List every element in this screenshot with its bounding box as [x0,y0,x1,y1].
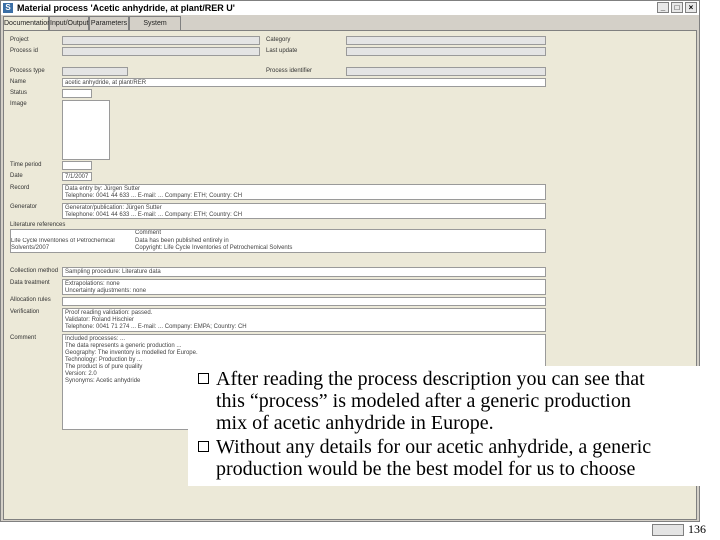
bullet-box-icon [198,373,209,384]
tab-input-output[interactable]: Input/Output [49,16,89,30]
label-generator: Generator [10,204,38,210]
verification-field[interactable]: Proof reading validation: passed. Valida… [62,308,546,332]
label-allocation-rules: Allocation rules [10,297,51,303]
label-process-id: Process id [10,48,39,54]
category-field[interactable] [346,36,546,45]
label-name: Name [10,79,27,85]
time-period-select[interactable] [62,161,92,170]
label-date: Date [10,173,23,179]
tab-parameters[interactable]: Parameters [89,16,129,30]
window-titlebar: S Material process 'Acetic anhydride, at… [1,1,699,15]
taskbar-tray [652,524,684,536]
tab-documentation[interactable]: Documentation [3,16,51,31]
process-id-field[interactable] [62,47,260,56]
maximize-icon[interactable]: □ [671,2,683,13]
last-update-field[interactable] [346,47,546,56]
bullet-box-icon [198,441,209,452]
process-identifier-field[interactable] [346,67,546,76]
label-data-treatment: Data treatment [10,280,50,286]
window-title: Material process 'Acetic anhydride, at p… [17,3,235,13]
allocation-rules-field[interactable] [62,297,546,306]
label-process-identifier: Process identifier [266,68,313,74]
literature-header: Comment [135,230,162,236]
bullet-2-line-1: Without any details for our acetic anhyd… [216,436,652,458]
tab-system-description[interactable]: System description [129,16,181,40]
page-number: 136 [688,522,706,536]
label-time-period: Time period [10,162,42,168]
project-field[interactable] [62,36,260,45]
generator-field[interactable]: Generator/publication: Jürgen Sutter Tel… [62,203,546,219]
label-record: Record [10,185,30,191]
bullet-1-line-3: mix of acetic anhydride in Europe. [216,412,494,434]
app-icon: S [3,3,13,13]
literature-cell-left[interactable]: Life Cycle Inventories of Petrochemical … [11,238,133,252]
label-category: Category [266,37,291,43]
label-project: Project [10,37,29,43]
close-icon[interactable]: × [685,2,697,13]
label-process-type: Process type [10,68,45,74]
status-select[interactable] [62,89,92,98]
label-collection-method: Collection method [10,268,59,274]
process-type-select[interactable] [62,67,128,76]
label-verification: Verification [10,309,40,315]
label-last-update: Last update [266,48,298,54]
label-literature-references: Literature references [10,222,66,228]
bullet-2-line-2: production would be the best model for u… [216,458,636,480]
literature-cell-right[interactable]: Data has been published entirely in Copy… [135,238,292,252]
bullet-1-line-1: After reading the process description yo… [216,368,645,390]
collection-method-field[interactable]: Sampling procedure: Literature data [62,267,546,277]
label-image: Image [10,101,27,107]
literature-table[interactable]: Comment Life Cycle Inventories of Petroc… [10,229,546,253]
record-field[interactable]: Data entry by: Jürgen Sutter Telephone: … [62,184,546,200]
name-field[interactable]: acetic anhydride, at plant/RER [62,78,546,87]
date-field[interactable]: 7/1/2007 [62,172,92,181]
image-box[interactable] [62,100,110,160]
bullet-1-line-2: this “process” is modeled after a generi… [216,390,631,412]
minimize-icon[interactable]: _ [657,2,669,13]
label-status: Status [10,90,28,96]
data-treatment-field[interactable]: Extrapolations: none Uncertainty adjustm… [62,279,546,295]
label-comment: Comment [10,335,37,341]
